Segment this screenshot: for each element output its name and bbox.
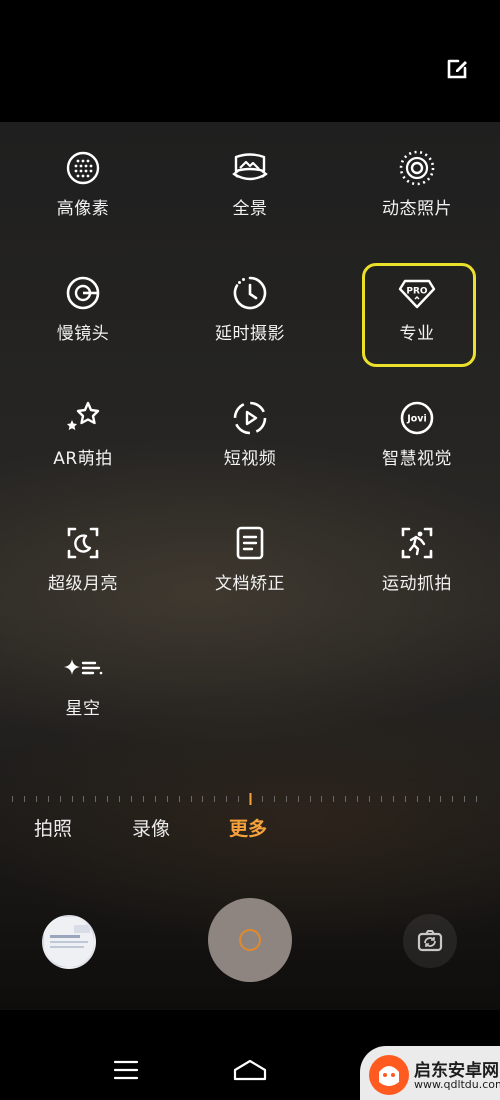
document-icon <box>230 523 270 563</box>
short-video-icon <box>230 398 270 438</box>
pro-icon: PRO <box>397 273 437 313</box>
ar-stars-icon <box>63 398 103 438</box>
mode-label: 动态照片 <box>382 199 452 219</box>
high-pixel-icon <box>63 148 103 188</box>
tab-more[interactable]: 更多 <box>229 814 267 841</box>
mode-super-moon[interactable]: 超级月亮 <box>0 497 166 607</box>
mode-label: 高像素 <box>56 199 110 219</box>
svg-text:PRO: PRO <box>406 287 428 297</box>
menu-icon <box>113 1060 139 1080</box>
site-watermark: 启东安卓网 www.qdltdu.com <box>360 1040 500 1100</box>
mode-document[interactable]: 文档矫正 <box>167 497 333 607</box>
super-moon-icon <box>63 523 103 563</box>
mode-sport[interactable]: 运动抓拍 <box>334 497 500 607</box>
tab-photo[interactable]: 拍照 <box>34 814 72 841</box>
mode-panorama[interactable]: 全景 <box>167 122 333 232</box>
menu-button[interactable] <box>106 1050 146 1090</box>
switch-camera-button[interactable] <box>403 914 457 968</box>
home-icon <box>233 1059 267 1081</box>
mode-short-video[interactable]: 短视频 <box>167 372 333 482</box>
camera-mode-tabs: 拍照 录像 更多 <box>0 814 500 844</box>
mode-slow-motion[interactable]: 慢镜头 <box>0 247 166 357</box>
sport-icon <box>397 523 437 563</box>
watermark-url: www.qdltdu.com <box>414 1078 500 1091</box>
mode-label: 智慧视觉 <box>382 449 452 469</box>
gallery-preview-image <box>44 917 94 967</box>
mode-timelapse[interactable]: 延时摄影 <box>167 247 333 357</box>
mode-live-photo[interactable]: 动态照片 <box>334 122 500 232</box>
top-bar <box>0 0 500 122</box>
mode-label: 专业 <box>399 324 435 344</box>
switch-camera-icon <box>417 930 443 952</box>
timelapse-icon <box>230 273 270 313</box>
tab-video[interactable]: 录像 <box>132 814 170 841</box>
shutter-ring-icon <box>239 929 261 951</box>
watermark-logo-icon <box>369 1055 409 1095</box>
mode-pro[interactable]: PRO 专业 <box>334 247 500 357</box>
home-button[interactable] <box>230 1050 270 1090</box>
mode-label: 全景 <box>232 199 268 219</box>
mode-ruler <box>12 793 477 805</box>
mode-label: 星空 <box>65 699 101 719</box>
mode-label: 短视频 <box>223 449 277 469</box>
mode-ar[interactable]: AR萌拍 <box>0 372 166 482</box>
mode-label: 超级月亮 <box>48 574 118 594</box>
edit-button[interactable] <box>444 54 472 82</box>
live-photo-icon <box>397 148 437 188</box>
mode-label: 运动抓拍 <box>382 574 452 594</box>
gallery-thumbnail[interactable] <box>42 915 96 969</box>
svg-text:Jovi: Jovi <box>406 414 427 425</box>
mode-starry-sky[interactable]: 星空 <box>0 622 166 732</box>
shutter-button[interactable] <box>208 898 292 982</box>
jovi-icon: Jovi <box>397 398 437 438</box>
edit-icon <box>447 59 467 79</box>
slow-motion-icon <box>63 273 103 313</box>
mode-jovi[interactable]: Jovi 智慧视觉 <box>334 372 500 482</box>
mode-label: 延时摄影 <box>215 324 285 344</box>
mode-grid: 高像素 全景 动态照片 慢镜头 延时摄影 PRO 专业 AR萌拍 短视频 Jov… <box>0 122 500 762</box>
mode-label: AR萌拍 <box>53 449 113 469</box>
starry-sky-icon <box>63 648 103 688</box>
more-modes-panel: 高像素 全景 动态照片 慢镜头 延时摄影 PRO 专业 AR萌拍 短视频 Jov… <box>0 122 500 1010</box>
mode-label: 文档矫正 <box>215 574 285 594</box>
mode-label: 慢镜头 <box>56 324 110 344</box>
mode-high-pixel[interactable]: 高像素 <box>0 122 166 232</box>
panorama-icon <box>230 148 270 188</box>
